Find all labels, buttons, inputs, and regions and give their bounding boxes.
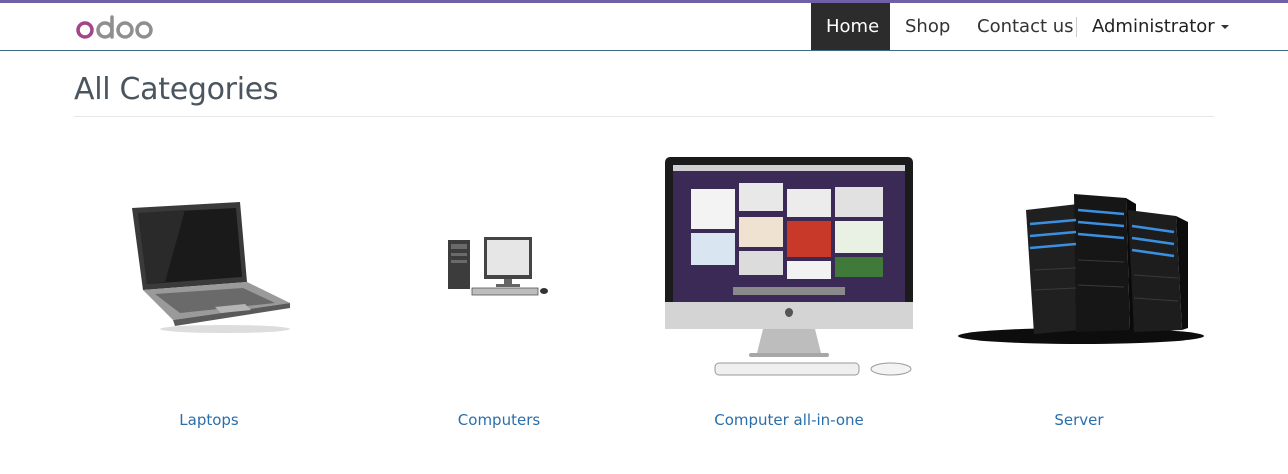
category-computers[interactable]: Computers xyxy=(354,411,644,429)
nav-user-menu[interactable]: Administrator xyxy=(1077,3,1244,50)
caret-down-icon xyxy=(1220,25,1229,29)
user-name: Administrator xyxy=(1092,16,1215,37)
server-rack-image[interactable] xyxy=(958,190,1204,348)
laptop-image[interactable] xyxy=(125,200,295,335)
category-laptops[interactable]: Laptops xyxy=(64,411,354,429)
title-divider xyxy=(74,116,1214,117)
nav-home[interactable]: Home xyxy=(811,3,890,50)
navbar: Home Shop Contact us Administrator xyxy=(0,3,1288,51)
nav-shop[interactable]: Shop xyxy=(890,3,965,50)
all-in-one-computer-image[interactable] xyxy=(663,155,915,380)
page-title: All Categories xyxy=(74,72,279,107)
odoo-logo[interactable] xyxy=(76,11,156,45)
desktop-computer-image[interactable] xyxy=(444,235,554,300)
category-server[interactable]: Server xyxy=(934,411,1224,429)
nav-contact-us[interactable]: Contact us xyxy=(962,3,1089,50)
category-computer-all-in-one[interactable]: Computer all-in-one xyxy=(644,411,934,429)
